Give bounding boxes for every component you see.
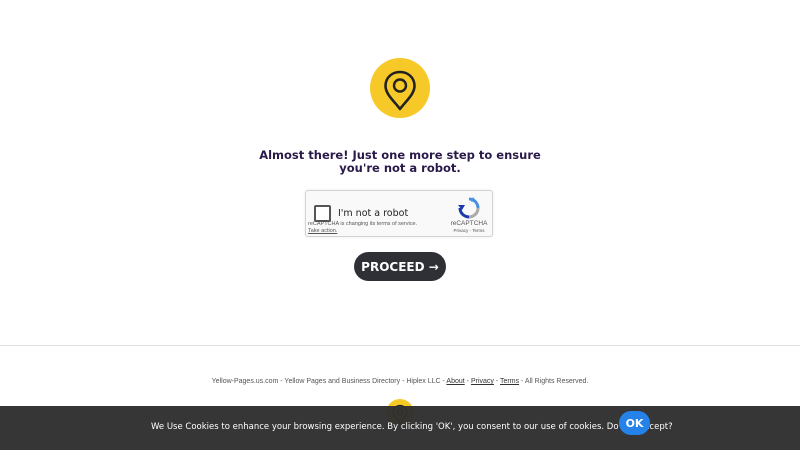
recaptcha-privacy-terms[interactable]: Privacy - Terms: [446, 228, 492, 233]
proceed-button[interactable]: PROCEED →: [354, 252, 446, 281]
recaptcha-brand: reCAPTCHA: [450, 220, 488, 227]
recaptcha-label: I'm not a robot: [338, 208, 409, 219]
map-pin-icon: [384, 70, 416, 111]
cookie-consent-bar: We Use Cookies to enhance your browsing …: [0, 406, 800, 450]
cookie-ok-button[interactable]: OK: [619, 411, 650, 435]
footer-site: Yellow-Pages.us.com - Yellow Pages and B…: [211, 378, 447, 385]
footer-divider: [0, 345, 800, 346]
page-heading: Almost there! Just one more step to ensu…: [259, 148, 541, 175]
map-pin-logo: [370, 58, 430, 118]
footer-about-link[interactable]: About: [446, 378, 464, 385]
footer-rights: - All Rights Reserved.: [519, 378, 589, 385]
recaptcha-take-action-link[interactable]: Take action.: [308, 228, 337, 235]
recaptcha-checkbox[interactable]: [314, 205, 331, 222]
cookie-message: We Use Cookies to enhance your browsing …: [151, 422, 673, 432]
footer-privacy-link[interactable]: Privacy: [471, 378, 494, 385]
recaptcha-logo-icon: [458, 197, 480, 219]
footer-text: Yellow-Pages.us.com - Yellow Pages and B…: [0, 378, 800, 385]
recaptcha-notice: reCAPTCHA is changing its terms of servi…: [308, 221, 418, 227]
footer-terms-link[interactable]: Terms: [500, 378, 519, 385]
recaptcha-widget: I'm not a robot reCAPTCHA is changing it…: [305, 190, 493, 237]
